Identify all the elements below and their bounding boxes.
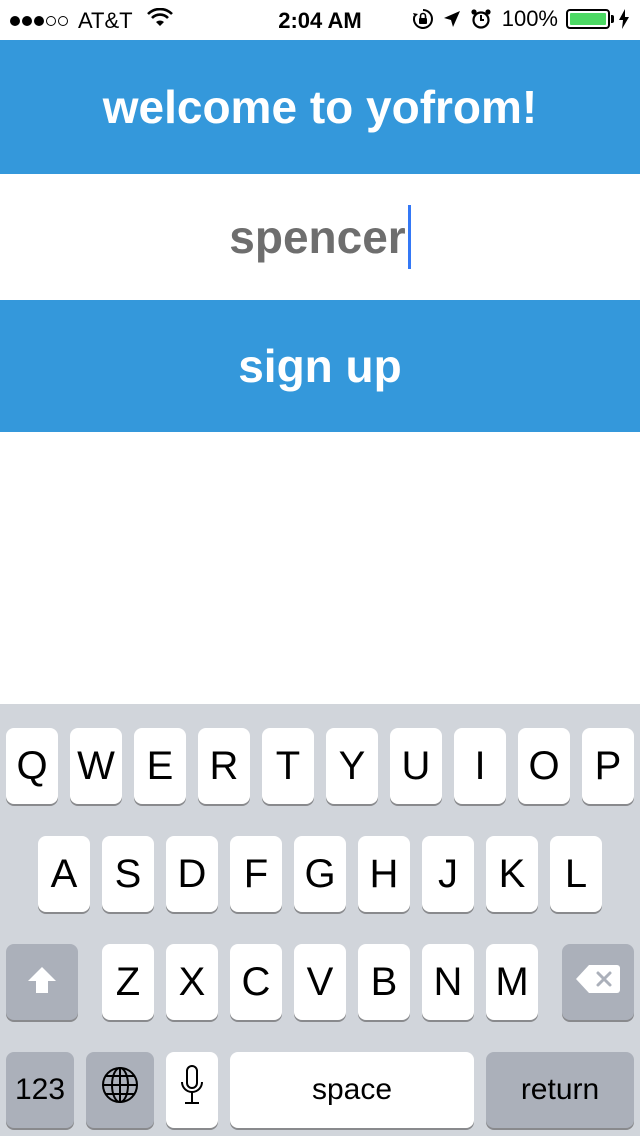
key-a[interactable]: A xyxy=(38,836,90,912)
delete-key[interactable] xyxy=(562,944,634,1020)
key-c[interactable]: C xyxy=(230,944,282,1020)
key-m[interactable]: M xyxy=(486,944,538,1020)
key-k[interactable]: K xyxy=(486,836,538,912)
sign-up-button[interactable]: sign up xyxy=(0,300,640,432)
key-z[interactable]: Z xyxy=(102,944,154,1020)
key-f[interactable]: F xyxy=(230,836,282,912)
alarm-icon xyxy=(470,8,492,30)
key-o[interactable]: O xyxy=(518,728,570,804)
key-t[interactable]: T xyxy=(262,728,314,804)
page-title: welcome to yofrom! xyxy=(102,81,538,133)
key-b[interactable]: B xyxy=(358,944,410,1020)
key-y[interactable]: Y xyxy=(326,728,378,804)
microphone-icon xyxy=(179,1064,205,1116)
numbers-key[interactable]: 123 xyxy=(6,1052,74,1128)
key-x[interactable]: X xyxy=(166,944,218,1020)
text-cursor xyxy=(407,205,411,269)
charging-bolt-icon xyxy=(618,9,630,29)
space-key[interactable]: space xyxy=(230,1052,474,1128)
keyboard: Q W E R T Y U I O P A S D F G H J K L Z … xyxy=(0,704,640,1136)
sign-up-label: sign up xyxy=(238,340,402,392)
key-p[interactable]: P xyxy=(582,728,634,804)
battery-icon xyxy=(566,9,610,29)
shift-icon xyxy=(26,960,58,1005)
rotation-lock-icon xyxy=(412,8,434,30)
username-input-value: spencer xyxy=(229,211,406,263)
key-h[interactable]: H xyxy=(358,836,410,912)
microphone-key[interactable] xyxy=(166,1052,218,1128)
welcome-banner: welcome to yofrom! xyxy=(0,40,640,174)
key-e[interactable]: E xyxy=(134,728,186,804)
globe-icon xyxy=(100,1065,140,1115)
username-input[interactable]: spencer xyxy=(0,174,640,300)
key-q[interactable]: Q xyxy=(6,728,58,804)
key-g[interactable]: G xyxy=(294,836,346,912)
battery-percentage: 100% xyxy=(501,6,558,31)
status-bar: AT&T 2:04 AM 100% xyxy=(0,0,640,40)
key-l[interactable]: L xyxy=(550,836,602,912)
key-d[interactable]: D xyxy=(166,836,218,912)
key-i[interactable]: I xyxy=(454,728,506,804)
key-v[interactable]: V xyxy=(294,944,346,1020)
globe-key[interactable] xyxy=(86,1052,154,1128)
key-s[interactable]: S xyxy=(102,836,154,912)
location-arrow-icon xyxy=(442,9,462,29)
shift-key[interactable] xyxy=(6,944,78,1020)
key-w[interactable]: W xyxy=(70,728,122,804)
return-key[interactable]: return xyxy=(486,1052,634,1128)
key-r[interactable]: R xyxy=(198,728,250,804)
delete-icon xyxy=(575,960,621,1005)
key-j[interactable]: J xyxy=(422,836,474,912)
key-n[interactable]: N xyxy=(422,944,474,1020)
key-u[interactable]: U xyxy=(390,728,442,804)
